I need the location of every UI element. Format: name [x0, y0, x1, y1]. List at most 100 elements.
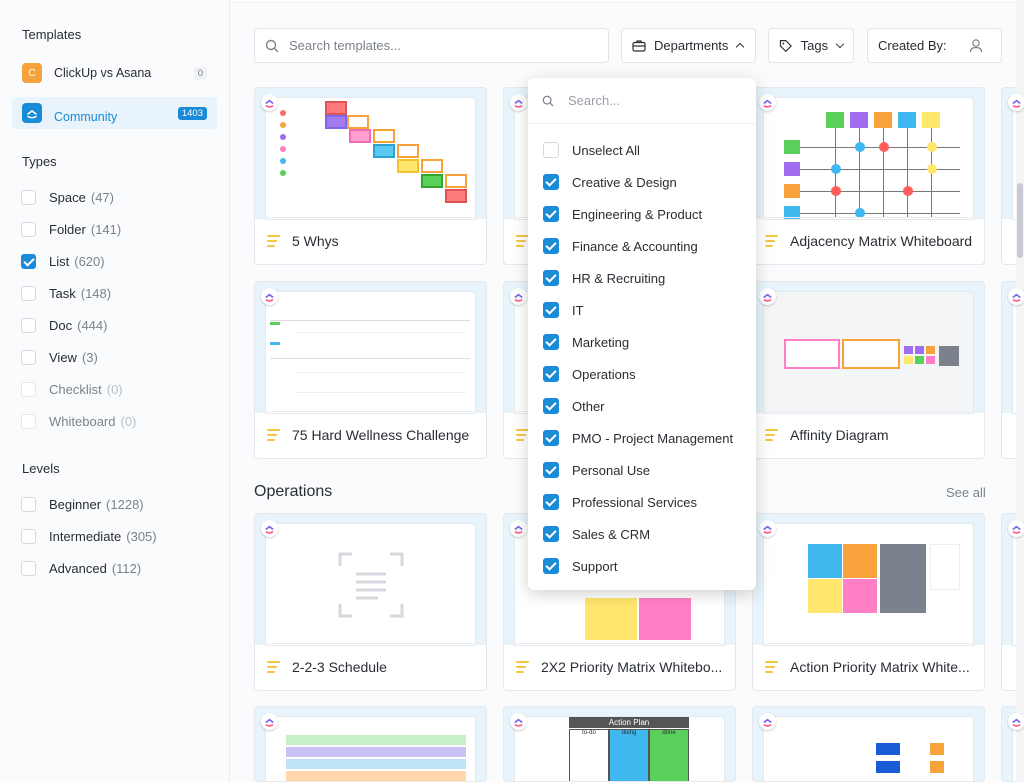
type-filter-view[interactable]: View (3): [21, 350, 98, 365]
chevron-down-icon: [835, 39, 845, 49]
checkbox-checked[interactable]: [543, 462, 559, 478]
option-label: Engineering & Product: [572, 206, 703, 222]
filter-count: (3): [81, 350, 98, 365]
search-templates-box[interactable]: [254, 28, 609, 63]
dept-option-operations[interactable]: Operations: [543, 358, 636, 390]
checkbox-checked[interactable]: [543, 238, 559, 254]
template-card-2-2-3-schedule[interactable]: 2-2-3 Schedule: [254, 513, 487, 691]
template-card[interactable]: [254, 706, 487, 782]
sidebar-item-community[interactable]: Community 1403: [12, 97, 217, 129]
tags-filter-button[interactable]: Tags: [768, 28, 854, 63]
template-card-affinity-diagram[interactable]: Affinity Diagram: [752, 281, 985, 459]
level-filter-beginner[interactable]: Beginner (1228): [21, 497, 144, 512]
checkbox[interactable]: [21, 222, 36, 237]
filter-count: (1228): [106, 497, 144, 512]
type-filter-whiteboard: Whiteboard (0): [21, 414, 136, 429]
clickup-logo-icon: [261, 94, 278, 111]
checkbox-checked[interactable]: [543, 558, 559, 574]
filter-count: (305): [126, 529, 157, 544]
checkbox[interactable]: [21, 350, 36, 365]
clickup-logo-icon: [261, 520, 278, 537]
clickup-logo-icon: [759, 288, 776, 305]
tags-label: Tags: [800, 38, 829, 53]
dept-option-other[interactable]: Other: [543, 390, 605, 422]
checkbox-checked[interactable]: [543, 366, 559, 382]
type-filter-space[interactable]: Space (47): [21, 190, 114, 205]
clickup-logo-icon: [261, 713, 278, 730]
filter-count: (148): [80, 286, 112, 301]
type-filter-doc[interactable]: Doc (444): [21, 318, 107, 333]
checkbox[interactable]: [21, 318, 36, 333]
filter-label: Advanced: [49, 561, 107, 576]
dept-option-pmo[interactable]: PMO - Project Management: [543, 422, 733, 454]
search-icon: [542, 95, 554, 106]
checkbox-checked[interactable]: [543, 526, 559, 542]
dept-option-it[interactable]: IT: [543, 294, 584, 326]
template-card-75-hard[interactable]: 75 Hard Wellness Challenge: [254, 281, 487, 459]
checkbox[interactable]: [21, 561, 36, 576]
placeholder-doc-icon: [338, 552, 404, 618]
option-label: Operations: [572, 366, 636, 382]
level-filter-advanced[interactable]: Advanced (112): [21, 561, 141, 576]
dept-option-marketing[interactable]: Marketing: [543, 326, 629, 358]
search-templates-input[interactable]: [289, 38, 589, 53]
template-title: 2X2 Priority Matrix Whitebo...: [541, 659, 723, 675]
template-card-action-plan[interactable]: Action Plan to-do doing done: [503, 706, 736, 782]
template-title: Adjacency Matrix Whiteboard: [790, 233, 973, 249]
list-template-icon: [267, 661, 280, 673]
checkbox-checked[interactable]: [543, 334, 559, 350]
template-card-action-priority-matrix[interactable]: Action Priority Matrix White...: [752, 513, 985, 691]
type-filter-task[interactable]: Task (148): [21, 286, 111, 301]
dept-option-hr-recruiting[interactable]: HR & Recruiting: [543, 262, 665, 294]
template-card-adjacency-matrix[interactable]: Adjacency Matrix Whiteboard: [752, 87, 985, 265]
template-card-5-whys[interactable]: 5 Whys: [254, 87, 487, 265]
type-filter-folder[interactable]: Folder (141): [21, 222, 121, 237]
checkbox-checked[interactable]: [543, 430, 559, 446]
filter-count: (141): [90, 222, 122, 237]
checkbox[interactable]: [543, 142, 559, 158]
checkbox[interactable]: [21, 529, 36, 544]
checkbox[interactable]: [21, 497, 36, 512]
dept-option-sales-crm[interactable]: Sales & CRM: [543, 518, 650, 550]
clickup-vs-asana-icon: C: [22, 63, 42, 83]
scrollbar[interactable]: [1016, 0, 1024, 782]
type-filter-list[interactable]: List (620): [21, 254, 105, 269]
list-template-icon: [765, 235, 778, 247]
departments-filter-button[interactable]: Departments: [621, 28, 756, 63]
scrollbar-thumb[interactable]: [1017, 183, 1023, 258]
see-all-link[interactable]: See all: [946, 485, 986, 500]
top-divider: [230, 0, 1024, 3]
dept-option-support[interactable]: Support: [543, 550, 618, 582]
checkbox-checked[interactable]: [543, 206, 559, 222]
checkbox-disabled: [21, 414, 36, 429]
dept-option-engineering-product[interactable]: Engineering & Product: [543, 198, 702, 230]
sidebar: Templates C ClickUp vs Asana 0 Community…: [0, 0, 230, 782]
template-thumbnail: [255, 707, 486, 781]
checkbox-checked[interactable]: [543, 302, 559, 318]
sidebar-item-clickup-vs-asana[interactable]: C ClickUp vs Asana 0: [12, 57, 217, 89]
template-card[interactable]: [752, 706, 985, 782]
dept-option-unselect-all[interactable]: Unselect All: [543, 134, 640, 166]
dropdown-search[interactable]: [528, 78, 756, 124]
dept-option-finance-accounting[interactable]: Finance & Accounting: [543, 230, 698, 262]
checkbox[interactable]: [21, 190, 36, 205]
created-by-filter-button[interactable]: Created By:: [867, 28, 1002, 63]
checkbox-checked[interactable]: [543, 398, 559, 414]
checkbox-checked[interactable]: [543, 270, 559, 286]
option-label: Marketing: [572, 334, 630, 350]
dept-option-personal-use[interactable]: Personal Use: [543, 454, 650, 486]
dept-option-professional-services[interactable]: Professional Services: [543, 486, 697, 518]
dropdown-search-input[interactable]: [568, 93, 738, 108]
checkbox-checked[interactable]: [543, 494, 559, 510]
level-filter-intermediate[interactable]: Intermediate (305): [21, 529, 157, 544]
dept-option-creative-design[interactable]: Creative & Design: [543, 166, 677, 198]
section-title-operations: Operations: [254, 483, 333, 500]
checkbox[interactable]: [21, 286, 36, 301]
clickup-logo-icon: [1008, 713, 1024, 730]
filter-label: Doc: [49, 318, 73, 333]
option-label: IT: [572, 302, 584, 318]
checkbox-checked[interactable]: [543, 174, 559, 190]
clickup-logo-icon: [510, 713, 527, 730]
briefcase-icon: [632, 40, 646, 52]
checkbox-checked[interactable]: [21, 254, 36, 269]
